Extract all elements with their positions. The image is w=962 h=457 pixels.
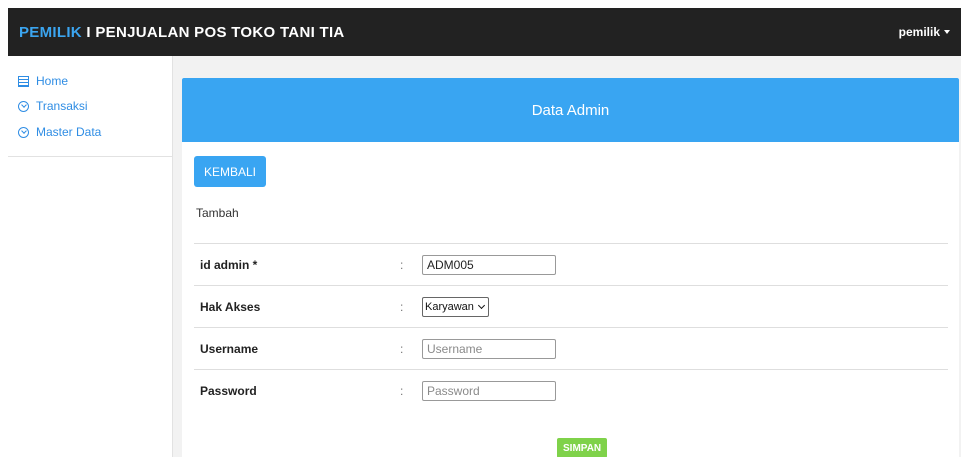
- brand-title[interactable]: PEMILIK I PENJUALAN POS TOKO TANI TIA: [19, 24, 345, 41]
- chevron-circle-icon: [18, 126, 29, 138]
- separator: :: [400, 327, 422, 370]
- id-admin-label: id admin *: [194, 243, 400, 286]
- sidebar: Home Transaksi Master Data: [8, 56, 173, 457]
- password-input[interactable]: [422, 380, 556, 401]
- data-admin-panel: Data Admin KEMBALI Tambah id admin * : H…: [182, 78, 959, 457]
- panel-title: Data Admin: [182, 78, 959, 142]
- sidebar-item-label: Master Data: [36, 125, 102, 139]
- username-input[interactable]: [422, 338, 556, 359]
- separator: :: [400, 369, 422, 411]
- password-label: Password: [194, 369, 400, 411]
- section-title: Tambah: [196, 206, 239, 220]
- username-label: Username: [194, 327, 400, 370]
- form-row-password: Password :: [194, 369, 948, 411]
- hak-akses-selected: Karyawan: [425, 300, 474, 313]
- separator: :: [400, 243, 422, 286]
- user-menu-label: pemilik: [898, 25, 940, 39]
- app-window: PEMILIK I PENJUALAN POS TOKO TANI TIA pe…: [8, 8, 961, 457]
- sidebar-item-home[interactable]: Home: [8, 62, 172, 88]
- hak-akses-select[interactable]: Karyawan: [422, 296, 489, 317]
- sidebar-menu: Home Transaksi Master Data: [8, 56, 172, 157]
- top-navbar: PEMILIK I PENJUALAN POS TOKO TANI TIA pe…: [8, 8, 961, 56]
- sidebar-item-transaksi[interactable]: Transaksi: [8, 88, 172, 114]
- hak-akses-label: Hak Akses: [194, 285, 400, 328]
- form-row-username: Username :: [194, 327, 948, 370]
- brand-rest: I PENJUALAN POS TOKO TANI TIA: [81, 23, 345, 41]
- chevron-circle-icon: [18, 100, 29, 112]
- separator: :: [400, 285, 422, 328]
- form-row-id-admin: id admin * :: [194, 243, 948, 286]
- caret-down-icon: [944, 30, 950, 34]
- user-menu-dropdown[interactable]: pemilik: [899, 25, 950, 39]
- form-row-hak-akses: Hak Akses : Karyawan: [194, 285, 948, 328]
- home-icon: [18, 75, 29, 87]
- sidebar-item-label: Home: [36, 74, 69, 88]
- back-button[interactable]: KEMBALI: [194, 156, 267, 187]
- brand-accent: PEMILIK: [19, 23, 82, 41]
- admin-form: id admin * : Hak Akses : Karyawan Userna…: [194, 243, 948, 411]
- chevron-down-icon: [477, 301, 485, 309]
- save-button[interactable]: SIMPAN: [557, 438, 608, 457]
- sidebar-item-label: Transaksi: [36, 99, 88, 113]
- id-admin-input[interactable]: [422, 254, 556, 275]
- sidebar-item-master-data[interactable]: Master Data: [8, 114, 172, 140]
